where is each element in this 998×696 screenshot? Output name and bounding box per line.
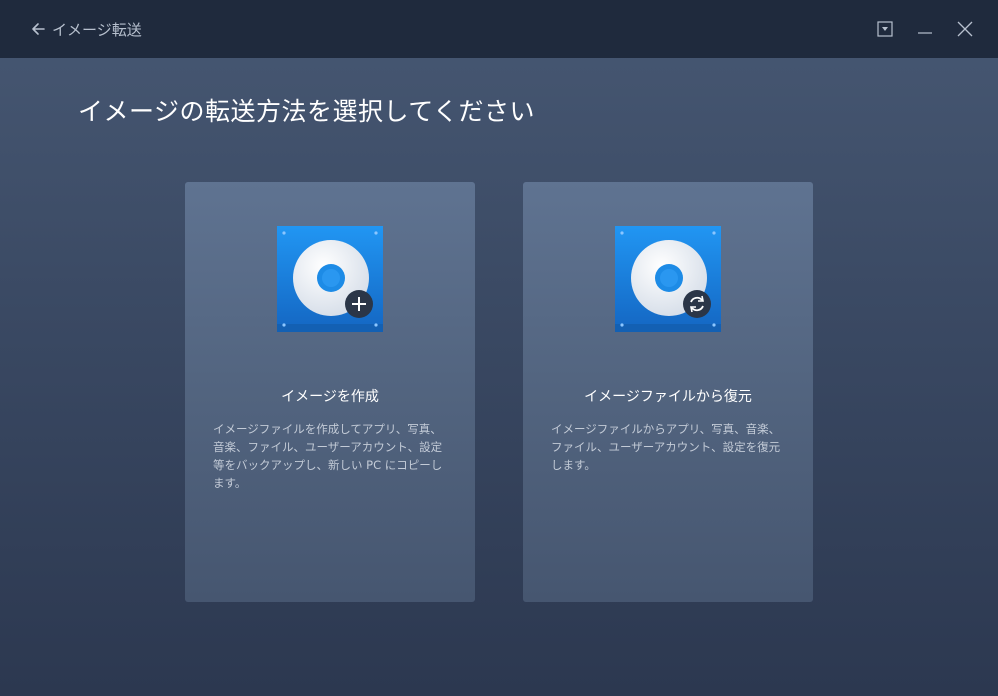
disk-restore-icon (615, 226, 721, 332)
disk-plus-icon (277, 226, 383, 332)
close-button[interactable] (953, 17, 977, 41)
restore-image-title: イメージファイルから復元 (584, 389, 752, 405)
restore-image-card[interactable]: イメージファイルから復元 イメージファイルからアプリ、写真、音楽、ファイル、ユー… (523, 182, 813, 602)
restore-image-description: イメージファイルからアプリ、写真、音楽、ファイル、ユーザーアカウント、設定を復元… (551, 422, 781, 472)
create-image-card[interactable]: イメージを作成 イメージファイルを作成してアプリ、写真、音楽、ファイル、ユーザー… (185, 182, 475, 602)
page-title: イメージの転送方法を選択してください (78, 97, 536, 126)
create-image-description: イメージファイルを作成してアプリ、写真、音楽、ファイル、ユーザーアカウント、設定… (213, 422, 443, 490)
minimize-button[interactable] (913, 17, 937, 41)
close-icon (957, 21, 973, 37)
titlebar: イメージ転送 (0, 0, 998, 58)
minimize-icon (918, 32, 932, 34)
create-image-title: イメージを作成 (281, 389, 379, 405)
dropdown-menu-icon (877, 21, 893, 37)
back-button-label: イメージ転送 (52, 20, 142, 39)
menu-dropdown-button[interactable] (873, 17, 897, 41)
app-window: イメージ転送 イメージの転送方法を選択してください イメージを作成 イメージファ… (0, 0, 998, 696)
arrow-left-icon (32, 23, 45, 35)
back-button[interactable]: イメージ転送 (30, 16, 142, 42)
